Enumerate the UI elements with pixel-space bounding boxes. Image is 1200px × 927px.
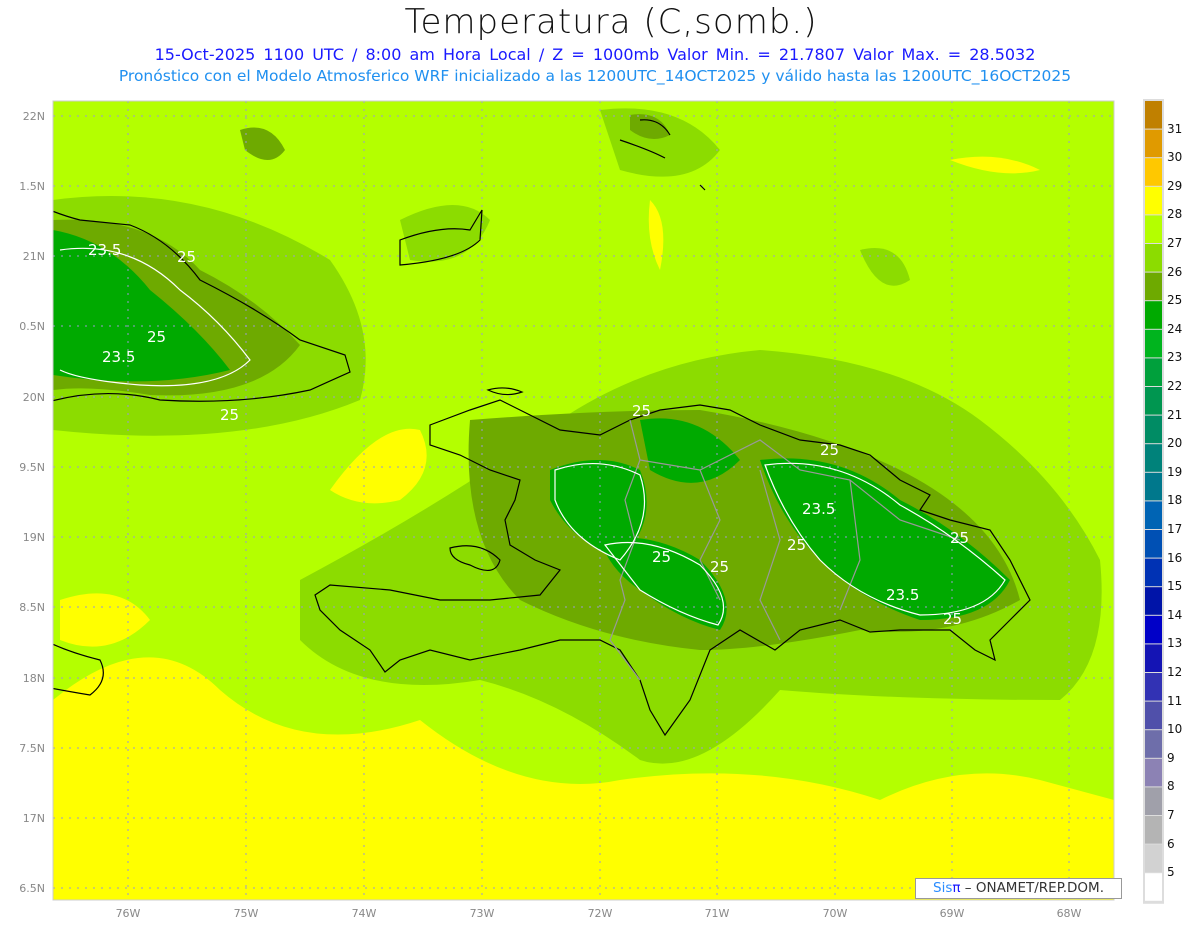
colorbar-swatch <box>1145 587 1162 615</box>
colorbar-label: 21 <box>1167 407 1183 422</box>
svg-text:21N: 21N <box>23 250 45 263</box>
colorbar-label: 8 <box>1167 779 1175 794</box>
svg-text:25: 25 <box>652 548 671 566</box>
colorbar-swatch <box>1145 558 1162 587</box>
svg-text:23.5: 23.5 <box>802 500 835 518</box>
colorbar-label: 9 <box>1167 750 1175 765</box>
svg-text:75W: 75W <box>234 907 259 920</box>
colorbar-swatch <box>1145 844 1162 873</box>
colorbar-swatch <box>1145 673 1162 701</box>
svg-text:22N: 22N <box>23 110 45 123</box>
svg-text:25: 25 <box>710 558 729 576</box>
colorbar-swatch <box>1145 158 1162 186</box>
lat-labels: 22N 1.5N 21N 0.5N 20N 9.5N 19N 8.5N 18N … <box>19 110 45 895</box>
svg-text:0.5N: 0.5N <box>19 320 45 333</box>
svg-text:18N: 18N <box>23 672 45 685</box>
svg-text:25: 25 <box>147 328 166 346</box>
colorbar-swatch <box>1145 272 1162 301</box>
svg-text:23.5: 23.5 <box>102 348 135 366</box>
colorbar-label: 23 <box>1167 350 1183 365</box>
svg-text:76W: 76W <box>116 907 141 920</box>
colorbar-swatch <box>1145 644 1162 672</box>
colorbar-swatch <box>1145 787 1162 815</box>
colorbar-swatch <box>1145 186 1162 215</box>
svg-text:23.5: 23.5 <box>88 241 121 259</box>
colorbar-label: 19 <box>1167 464 1183 479</box>
colorbar-swatch <box>1145 329 1162 358</box>
colorbar-label: 24 <box>1167 321 1183 336</box>
colorbar-swatch <box>1145 701 1162 730</box>
colorbar-swatch <box>1145 758 1162 787</box>
svg-text:74W: 74W <box>352 907 377 920</box>
credit-pi-logo: π <box>952 880 961 896</box>
colorbar-label: 26 <box>1167 264 1183 279</box>
colorbar-swatch <box>1145 244 1162 272</box>
colorbar-label: 12 <box>1167 665 1183 679</box>
colorbar-swatch <box>1145 387 1162 415</box>
svg-text:25: 25 <box>177 248 196 266</box>
colorbar-swatch <box>1145 415 1162 444</box>
colorbar <box>1143 99 1164 904</box>
colorbar-label: 18 <box>1167 493 1183 508</box>
svg-text:25: 25 <box>943 610 962 628</box>
colorbar-swatch <box>1145 615 1162 644</box>
colorbar-label: 14 <box>1167 607 1183 622</box>
svg-text:25: 25 <box>632 402 651 420</box>
colorbar-label: 13 <box>1167 636 1183 651</box>
colorbar-label: 16 <box>1167 550 1183 565</box>
svg-text:25: 25 <box>787 536 806 554</box>
svg-text:25: 25 <box>220 406 239 424</box>
colorbar-swatch <box>1145 816 1162 844</box>
lon-labels: 76W 75W 74W 73W 72W 71W 70W 69W 68W <box>116 907 1082 920</box>
svg-text:9.5N: 9.5N <box>19 461 45 474</box>
colorbar-label: 17 <box>1167 522 1183 536</box>
svg-text:73W: 73W <box>470 907 495 920</box>
colorbar-label: 20 <box>1167 436 1183 451</box>
colorbar-swatch <box>1145 472 1162 501</box>
colorbar-label: 27 <box>1167 236 1183 250</box>
svg-text:19N: 19N <box>23 531 45 544</box>
colorbar-label: 31 <box>1167 121 1183 136</box>
svg-text:20N: 20N <box>23 391 45 404</box>
svg-text:8.5N: 8.5N <box>19 601 45 614</box>
svg-text:17N: 17N <box>23 812 45 825</box>
colorbar-label: 15 <box>1167 579 1183 594</box>
colorbar-label: 6 <box>1167 836 1175 851</box>
colorbar-label: 22 <box>1167 379 1183 393</box>
colorbar-swatch <box>1145 129 1162 158</box>
svg-text:69W: 69W <box>940 907 965 920</box>
colorbar-label: 29 <box>1167 178 1183 193</box>
colorbar-swatch <box>1145 530 1162 558</box>
svg-text:25: 25 <box>950 529 969 547</box>
colorbar-swatch <box>1145 873 1162 901</box>
colorbar-label: 11 <box>1167 693 1183 708</box>
colorbar-swatch <box>1145 101 1162 129</box>
colorbar-swatch <box>1145 730 1162 758</box>
colorbar-swatch <box>1145 444 1162 472</box>
colorbar-label: 7 <box>1167 808 1175 822</box>
svg-text:71W: 71W <box>705 907 730 920</box>
colorbar-label: 25 <box>1167 293 1183 308</box>
svg-text:23.5: 23.5 <box>886 586 919 604</box>
colorbar-label: 10 <box>1167 722 1183 737</box>
svg-text:1.5N: 1.5N <box>19 180 45 193</box>
colorbar-label: 28 <box>1167 207 1183 222</box>
svg-text:7.5N: 7.5N <box>19 742 45 755</box>
svg-text:72W: 72W <box>588 907 613 920</box>
credit-sis: Sis <box>933 880 953 896</box>
colorbar-swatch <box>1145 358 1162 386</box>
credit-text: – ONAMET/REP.DOM. <box>960 880 1104 896</box>
svg-text:6.5N: 6.5N <box>19 882 45 895</box>
colorbar-swatch <box>1145 215 1162 243</box>
credit-box: Sisπ – ONAMET/REP.DOM. <box>915 878 1122 899</box>
colorbar-swatch <box>1145 301 1162 329</box>
svg-text:70W: 70W <box>823 907 848 920</box>
colorbar-label: 5 <box>1167 865 1175 880</box>
svg-text:68W: 68W <box>1057 907 1082 920</box>
colorbar-swatch <box>1145 501 1162 529</box>
svg-text:25: 25 <box>820 441 839 459</box>
colorbar-label: 30 <box>1167 150 1183 165</box>
temperature-map: 23.5 25 25 23.5 25 25 25 25 25 23.5 25 2… <box>19 99 1164 920</box>
